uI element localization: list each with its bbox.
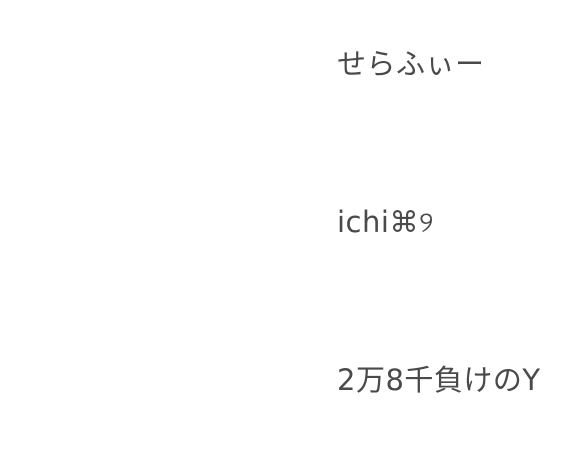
list-item[interactable]: せらふぃー — [337, 47, 485, 81]
name-list: せらふぃー ichi⌘୨ 2万8千負けのY — [337, 0, 568, 450]
list-item[interactable]: ichi⌘୨ — [337, 205, 434, 239]
list-item[interactable]: 2万8千負けのY — [337, 363, 541, 397]
